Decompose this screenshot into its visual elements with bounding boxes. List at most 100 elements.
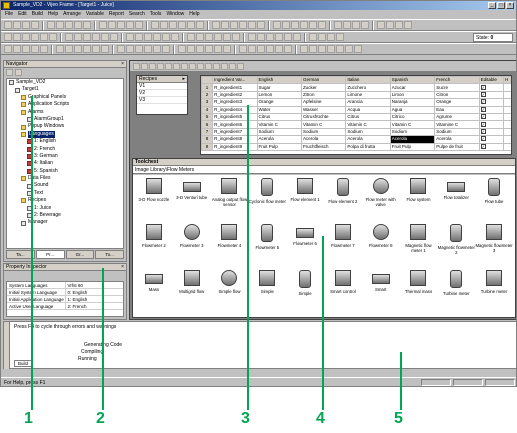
toolbar-button-icon[interactable] xyxy=(205,45,213,53)
toolchest-item[interactable]: Multigrid flow xyxy=(173,270,211,316)
recipe-list-header[interactable]: Recipes xyxy=(137,76,187,83)
table-cell[interactable]: Acerola xyxy=(345,135,391,144)
toolbar-button-icon[interactable] xyxy=(22,45,30,53)
editor-toolbar-icon[interactable] xyxy=(157,62,164,70)
table-cell[interactable]: Fruit Pulp xyxy=(256,142,302,151)
toolbar-button-icon[interactable] xyxy=(144,33,152,41)
maximize-button[interactable]: □ xyxy=(497,2,505,9)
toolbar-button-icon[interactable] xyxy=(223,33,231,41)
recipe-item[interactable]: V1 xyxy=(137,83,187,90)
recipe-item[interactable]: V3 xyxy=(137,97,187,104)
toolbar-button-icon[interactable] xyxy=(56,21,64,29)
table-cell[interactable]: Zucchero xyxy=(345,83,391,92)
toolchest-item[interactable]: Mass xyxy=(135,270,173,316)
toolbar-button-icon[interactable] xyxy=(266,45,274,53)
table-cell[interactable]: Azucar xyxy=(389,83,436,92)
toolchest-item[interactable]: Flowmeter 7 xyxy=(324,224,362,270)
toolbar-button-icon[interactable] xyxy=(65,33,73,41)
toolbar-button-icon[interactable] xyxy=(83,21,91,29)
table-cell[interactable]: R_ingredient3 xyxy=(212,98,258,107)
table-cell[interactable]: Acerola xyxy=(300,135,347,144)
menu-item[interactable]: File xyxy=(5,10,13,19)
table-cell[interactable]: Sodium xyxy=(389,127,436,137)
toolbar-button-icon[interactable] xyxy=(40,45,48,53)
toolbar-button-icon[interactable] xyxy=(291,21,299,29)
tree-item[interactable]: 3: German xyxy=(7,153,123,160)
toolbar-button-icon[interactable] xyxy=(187,33,195,41)
tree-item[interactable]: Sample_VD2 xyxy=(7,79,123,86)
tree-item[interactable]: Application Scripts xyxy=(7,101,123,108)
toolbar-button-icon[interactable] xyxy=(300,21,308,29)
table-cell[interactable]: R_ingredient1 xyxy=(212,83,258,92)
toolbar-button-icon[interactable] xyxy=(275,33,283,41)
toolbar-button-icon[interactable] xyxy=(309,33,317,41)
table-cell[interactable]: Sugar xyxy=(256,83,302,92)
navigator-tab[interactable]: To... xyxy=(95,250,124,259)
editable-checkbox[interactable]: ✓ xyxy=(480,84,486,90)
editable-cell[interactable]: ✓ xyxy=(478,120,505,129)
table-cell[interactable]: Sucre xyxy=(434,83,480,92)
tree-item[interactable]: Text xyxy=(7,190,123,197)
table-cell[interactable]: Polpa di frutta xyxy=(345,142,391,151)
table-cell[interactable]: Orange xyxy=(256,98,302,107)
toolbar-button-icon[interactable] xyxy=(31,33,39,41)
editable-cell[interactable]: ✓ xyxy=(478,105,505,114)
column-header[interactable]: English xyxy=(256,76,302,85)
table-cell[interactable]: Agrume xyxy=(434,112,480,122)
toolbar-button-icon[interactable] xyxy=(334,21,342,29)
toolbar-button-icon[interactable] xyxy=(239,45,247,53)
toolbar-button-icon[interactable] xyxy=(74,45,82,53)
tree-item[interactable]: Alarms xyxy=(7,109,123,116)
table-cell[interactable]: Fruit Pulp xyxy=(389,142,436,151)
menu-item[interactable]: Report xyxy=(109,10,124,19)
editable-cell[interactable]: ✓ xyxy=(478,98,505,107)
editable-cell[interactable]: ✓ xyxy=(478,142,505,151)
toolbar-button-icon[interactable] xyxy=(13,21,21,29)
toolbar-button-icon[interactable] xyxy=(135,21,143,29)
table-cell[interactable]: Zitron xyxy=(300,90,347,100)
toolbar-button-icon[interactable] xyxy=(56,45,64,53)
editable-checkbox[interactable]: ✓ xyxy=(480,129,486,134)
tree-item[interactable]: Graphical Panels xyxy=(7,94,123,101)
toolchest-item[interactable]: Flow system xyxy=(400,178,438,224)
toolchest-item[interactable]: Magnetic flowmeter 2 xyxy=(437,224,475,270)
toolbar-button-icon[interactable] xyxy=(282,21,290,29)
property-row[interactable]: Initial Application Language 1: English xyxy=(7,296,123,303)
toolbar-button-icon[interactable] xyxy=(361,21,369,29)
table-cell[interactable]: Naranja xyxy=(389,98,436,107)
recipe-item[interactable]: V2 xyxy=(137,90,187,97)
toolchest-item[interactable]: Smart control xyxy=(324,270,362,316)
toolbar-button-icon[interactable] xyxy=(169,21,177,29)
toolbar-button-icon[interactable] xyxy=(284,45,292,53)
property-row[interactable]: Initial System Language 0: English xyxy=(7,289,123,296)
toolbar-button-icon[interactable] xyxy=(162,45,170,53)
table-cell[interactable]: R_ingredient6 xyxy=(212,120,258,129)
toolbar-button-icon[interactable] xyxy=(187,21,195,29)
minimize-button[interactable]: _ xyxy=(488,2,496,9)
toolbar-button-icon[interactable] xyxy=(336,33,344,41)
close-button[interactable]: × xyxy=(506,2,514,9)
table-cell[interactable]: R_ingredient4 xyxy=(212,105,258,114)
toolbar-button-icon[interactable] xyxy=(74,33,82,41)
table-cell[interactable]: Apfelsine xyxy=(300,98,347,107)
toolbar-button-icon[interactable] xyxy=(92,45,100,53)
table-cell[interactable]: Acerola xyxy=(256,135,302,144)
toolbar-button-icon[interactable] xyxy=(22,21,30,29)
toolbar-button-icon[interactable] xyxy=(13,33,21,41)
toolbar-button-icon[interactable] xyxy=(101,45,109,53)
toolbar-button-icon[interactable] xyxy=(126,45,134,53)
table-cell[interactable]: Citron xyxy=(434,90,480,100)
editable-cell[interactable]: ✓ xyxy=(478,127,505,137)
column-header[interactable]: Italian xyxy=(345,76,391,85)
toolbar-button-icon[interactable] xyxy=(318,21,326,29)
tree-item[interactable]: 2: Beverage xyxy=(7,212,123,219)
editor-toolbar-icon[interactable] xyxy=(133,62,140,70)
toolbar-button-icon[interactable] xyxy=(230,21,238,29)
table-cell[interactable]: Vitamin C xyxy=(345,120,391,129)
toolbar-button-icon[interactable] xyxy=(160,21,168,29)
editor-toolbar-icon[interactable] xyxy=(229,62,236,70)
editable-cell[interactable]: ✓ xyxy=(478,135,505,144)
menu-item[interactable]: Help xyxy=(48,10,58,19)
table-cell[interactable]: R_ingredient9 xyxy=(212,142,258,151)
toolbar-button-icon[interactable] xyxy=(47,21,55,29)
